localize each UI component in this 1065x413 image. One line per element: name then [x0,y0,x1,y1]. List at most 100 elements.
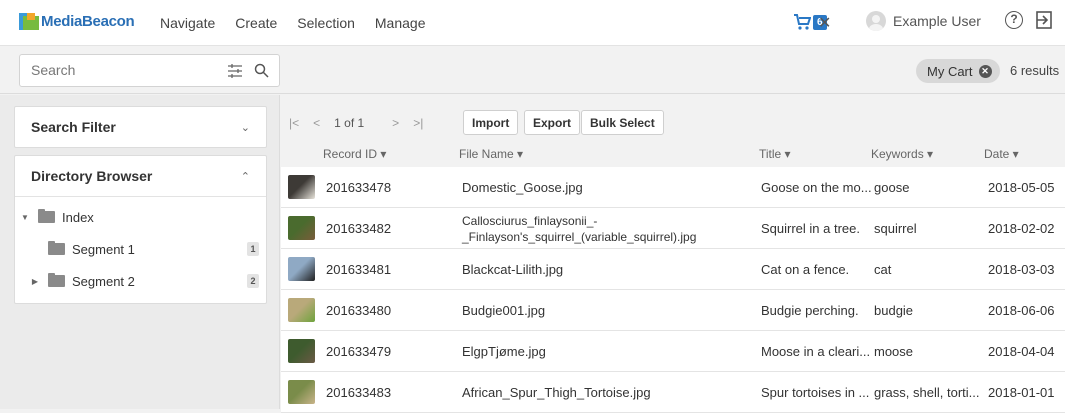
column-header-title[interactable]: Title ▾ [759,147,791,161]
file-name-cell: Domestic_Goose.jpg [462,180,583,195]
keywords-cell: cat [874,262,892,277]
file-name-cell: ElgpTjøme.jpg [462,344,546,359]
column-header-date[interactable]: Date ▾ [984,147,1019,161]
folder-icon [48,273,65,287]
file-name-cell: African_Spur_Thigh_Tortoise.jpg [462,385,651,400]
keywords-cell: grass, shell, torti... [874,385,980,400]
brand-logo[interactable]: MediaBeacon [19,13,135,30]
results-count: 6 results [1010,63,1060,78]
table-row[interactable]: 201633480 Budgie001.jpg Budgie perching. bu… [281,290,1065,331]
keywords-cell: moose [874,344,914,359]
thumbnail-image[interactable] [288,339,315,363]
filter-sliders-icon[interactable] [227,64,243,78]
close-cart-icon[interactable]: ✕ [818,13,831,33]
tree-item-index[interactable]: ▼ Index [15,201,266,233]
tree-item-segment-1[interactable]: Segment 1 1 [15,233,266,265]
avatar [866,11,886,31]
tree-item-label: Segment 2 [72,273,135,289]
logout-icon[interactable] [1035,10,1053,30]
title-cell: Spur tortoises in ... [761,385,870,400]
directory-browser-header[interactable]: Directory Browser ⌃ [15,156,266,196]
import-button[interactable]: Import [463,110,519,135]
title-cell: Cat on a fence. [761,262,850,277]
chevron-up-icon: ⌃ [240,170,250,183]
date-cell: 2018-03-03 [988,262,1055,277]
search-filter-header[interactable]: Search Filter ⌄ [15,107,266,147]
export-button[interactable]: Export [524,110,581,135]
search-box [19,54,280,87]
keywords-cell: squirrel [874,221,917,236]
title-cell: Squirrel in a tree. [761,221,860,236]
next-page-icon[interactable]: > [392,116,399,130]
nav-item-create[interactable]: Create [235,15,277,31]
prev-page-icon[interactable]: < [313,116,320,130]
chip-label: My Cart [927,63,973,79]
record-id-cell: 201633483 [326,385,392,400]
folder-icon [38,209,55,223]
tree-count-badge: 1 [247,242,259,256]
top-bar: MediaBeacon Navigate Create Selection Ma… [0,0,1065,46]
search-filter-panel: Search Filter ⌄ [14,106,267,148]
brand-name: MediaBeacon [41,13,135,30]
thumbnail-image[interactable] [288,380,315,404]
table-row[interactable]: 201633478 Domestic_Goose.jpg Goose on the … [281,167,1065,208]
table-header: Record ID ▾ File Name ▾ Title ▾ Keywords… [281,143,1065,167]
column-header-file-name[interactable]: File Name ▾ [459,147,523,161]
page-indicator: 1 of 1 [334,116,365,130]
file-name-cell: Blackcat-Lilith.jpg [462,262,564,277]
results-area: |< < 1 of 1 > >| Import Export Bulk Sele… [281,95,1065,413]
record-id-cell: 201633479 [326,344,392,359]
nav-item-manage[interactable]: Manage [375,15,426,31]
title-cell: Budgie perching. [761,303,859,318]
nav-item-navigate[interactable]: Navigate [160,15,215,31]
user-menu[interactable]: Example User [866,11,981,31]
results-toolbar: |< < 1 of 1 > >| Import Export Bulk Sele… [281,95,1065,143]
column-header-keywords[interactable]: Keywords ▾ [871,147,933,161]
keywords-cell: budgie [874,303,914,318]
directory-tree: ▼ Index Segment 1 1 ▶ Segment 2 2 [15,196,266,303]
date-cell: 2018-05-05 [988,180,1055,195]
file-name-line-1: Callosciurus_finlaysonii_- [462,214,598,228]
record-id-cell: 201633482 [326,221,392,236]
search-filter-title: Search Filter [31,119,116,135]
sidebar: Search Filter ⌄ Directory Browser ⌃ ▼ In… [0,95,280,409]
table-row[interactable]: 201633483 African_Spur_Thigh_Tortoise.jpg… [281,372,1065,413]
remove-chip-icon[interactable]: ✕ [978,64,992,78]
thumbnail-image[interactable] [288,216,315,240]
table-row[interactable]: 201633479 ElgpTjøme.jpg Moose in a cleari.… [281,331,1065,372]
file-name-cell: Budgie001.jpg [462,303,546,318]
last-page-icon[interactable]: >| [413,116,423,130]
tree-item-label: Segment 1 [72,241,135,257]
pager: |< < 1 of 1 > >| [289,116,437,130]
collapse-caret-icon[interactable]: ▼ [20,213,30,222]
thumbnail-image[interactable] [288,298,315,322]
table-row[interactable]: 201633481 Blackcat-Lilith.jpg Cat on a fen… [281,249,1065,290]
title-cell: Goose on the mo... [761,180,872,195]
first-page-icon[interactable]: |< [289,116,299,130]
directory-browser-panel: Directory Browser ⌃ ▼ Index Segment 1 1 … [14,155,267,304]
logo-mark-icon [19,13,39,30]
search-input[interactable] [31,62,221,78]
folder-icon [48,241,65,255]
title-cell: Moose in a cleari... [761,344,871,359]
table-row[interactable]: 201633482 Callosciurus_finlaysonii_- _Finl… [281,208,1065,249]
tree-item-segment-2[interactable]: ▶ Segment 2 2 [15,265,266,297]
thumbnail-image[interactable] [288,257,315,281]
results-table: 201633478 Domestic_Goose.jpg Goose on the … [281,167,1065,413]
main-nav: Navigate Create Selection Manage [160,15,445,31]
thumbnail-image[interactable] [288,175,315,199]
date-cell: 2018-01-01 [988,385,1055,400]
search-icon[interactable] [254,63,269,78]
column-header-record-id[interactable]: Record ID ▾ [323,147,386,161]
help-icon[interactable]: ? [1005,11,1023,29]
nav-item-selection[interactable]: Selection [297,15,355,31]
record-id-cell: 201633480 [326,303,392,318]
bulk-select-button[interactable]: Bulk Select [581,110,664,135]
tree-item-label: Index [62,209,94,225]
directory-browser-title: Directory Browser [31,168,153,184]
chevron-down-icon: ⌄ [240,121,250,134]
expand-caret-icon[interactable]: ▶ [30,277,40,286]
file-name-line-2: _Finlayson's_squirrel_(variable_squirrel… [462,230,697,244]
cart-icon [794,14,811,30]
my-cart-filter-chip: My Cart ✕ [916,59,1000,83]
